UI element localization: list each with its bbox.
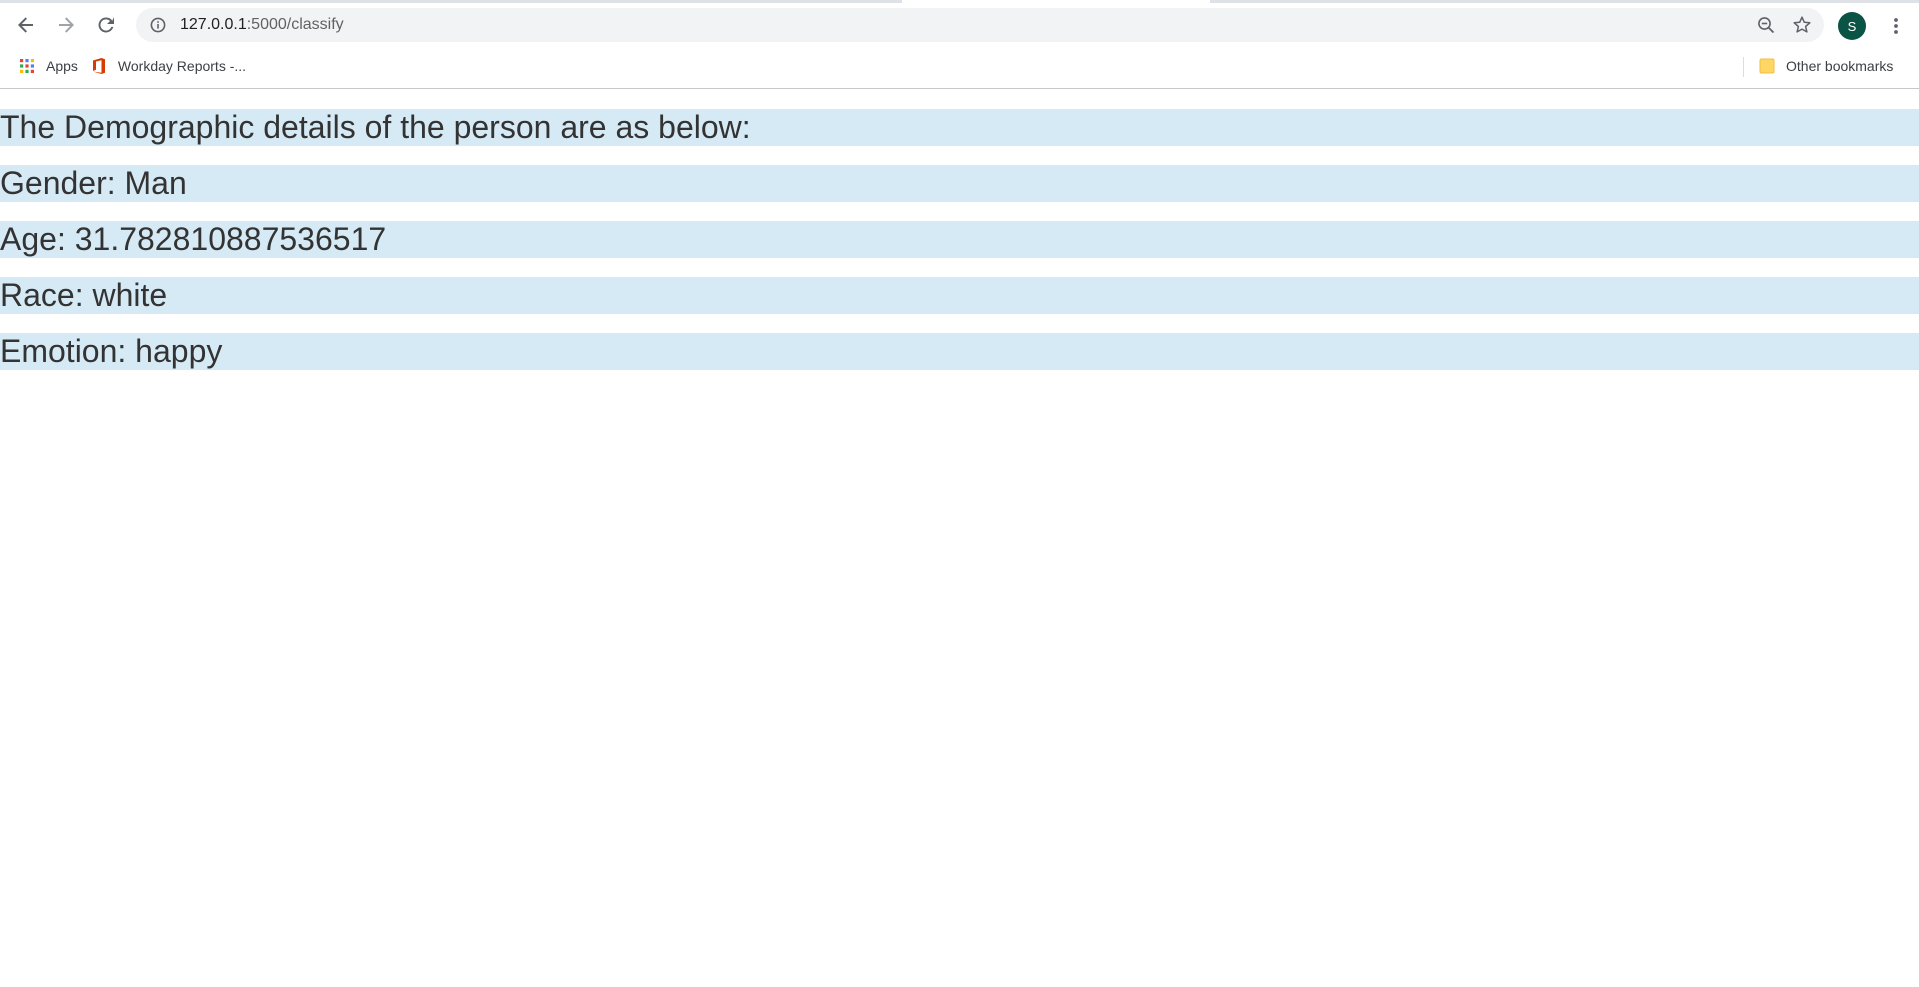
url-host: 127.0.0.1 bbox=[180, 16, 247, 33]
reload-icon bbox=[98, 17, 114, 33]
browser-chrome: 127.0.0.1:5000/classify S Apps Workday R… bbox=[0, 0, 1919, 89]
age-line: Age: 31.782810887536517 bbox=[0, 221, 1919, 258]
demographic-heading: The Demographic details of the person ar… bbox=[0, 109, 1919, 146]
race-line: Race: white bbox=[0, 277, 1919, 314]
bookmarks-divider bbox=[1743, 57, 1744, 77]
emotion-line: Emotion: happy bbox=[0, 333, 1919, 370]
profile-initial: S bbox=[1847, 18, 1857, 34]
folder-icon bbox=[1758, 57, 1776, 75]
page-content: The Demographic details of the person ar… bbox=[0, 89, 1919, 370]
kebab-menu-icon bbox=[1894, 18, 1898, 34]
bookmark-workday-reports[interactable]: Workday Reports -... bbox=[84, 52, 252, 80]
browser-menu-button[interactable] bbox=[1880, 10, 1912, 42]
forward-arrow-icon bbox=[59, 17, 74, 33]
back-button[interactable] bbox=[10, 9, 42, 41]
bookmarks-bar: Apps Workday Reports -... Other bookmark… bbox=[0, 52, 1919, 80]
zoom-out-icon[interactable] bbox=[1752, 11, 1780, 39]
profile-avatar[interactable]: S bbox=[1838, 12, 1866, 40]
apps-grid-icon bbox=[18, 57, 36, 75]
reload-button[interactable] bbox=[90, 9, 122, 41]
bookmark-apps-label: Apps bbox=[46, 58, 78, 74]
info-icon[interactable] bbox=[148, 15, 168, 35]
browser-toolbar: 127.0.0.1:5000/classify S bbox=[0, 6, 1919, 44]
bookmark-apps[interactable]: Apps bbox=[12, 52, 84, 80]
bookmark-workday-label: Workday Reports -... bbox=[117, 58, 247, 74]
tab-strip bbox=[0, 0, 1919, 3]
active-tab-edge[interactable] bbox=[902, 0, 1210, 3]
back-arrow-icon bbox=[18, 17, 33, 33]
gender-line: Gender: Man bbox=[0, 165, 1919, 202]
other-bookmarks-label: Other bookmarks bbox=[1786, 58, 1894, 74]
address-bar[interactable]: 127.0.0.1:5000/classify bbox=[136, 8, 1824, 42]
omnibox-actions bbox=[1744, 11, 1816, 39]
url-path: :5000/classify bbox=[246, 16, 344, 33]
bookmark-other-bookmarks[interactable]: Other bookmarks bbox=[1752, 52, 1899, 80]
star-icon[interactable] bbox=[1788, 11, 1816, 39]
forward-button[interactable] bbox=[50, 9, 82, 41]
url-text[interactable]: 127.0.0.1:5000/classify bbox=[180, 16, 344, 34]
office-logo-icon bbox=[90, 57, 108, 75]
